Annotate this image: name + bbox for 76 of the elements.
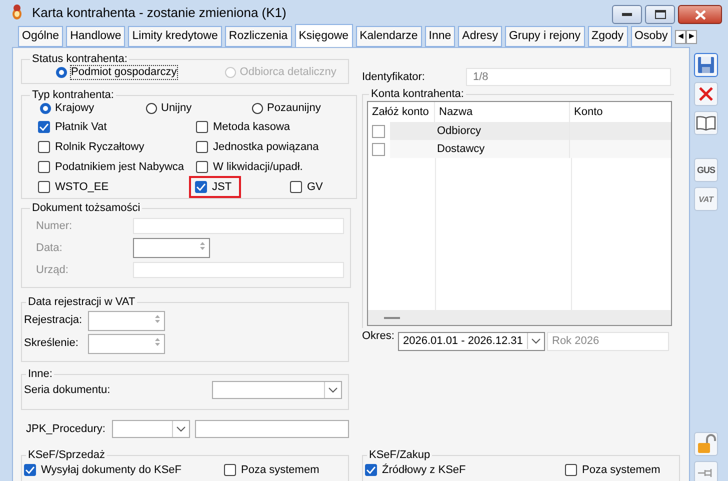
pin-icon[interactable]: [694, 461, 718, 481]
vat-icon[interactable]: VAT: [694, 187, 718, 211]
table-cell: Dostawcy: [435, 140, 570, 158]
field-label: Skreślenie:: [24, 337, 80, 350]
close-icon[interactable]: [694, 82, 718, 106]
check-icon: [196, 183, 206, 191]
checkbox-option[interactable]: GV: [290, 179, 350, 195]
tab[interactable]: Kalendarze: [356, 26, 422, 47]
period-field[interactable]: Rok 2026: [547, 332, 669, 350]
gus-icon[interactable]: GUS: [694, 158, 718, 182]
tab[interactable]: Zgody: [588, 26, 628, 47]
checkbox-option[interactable]: Rolnik Ryczałtowy: [38, 139, 196, 155]
tab[interactable]: Księgowe: [294, 24, 353, 48]
checkbox[interactable]: [372, 142, 385, 156]
radio-option[interactable]: Unijny: [146, 102, 252, 115]
dropdown-field[interactable]: [212, 381, 342, 399]
group-label: Konta kontrahenta:: [370, 88, 465, 101]
checkbox-option[interactable]: Jednostka powiązana: [196, 139, 350, 155]
field-label: Numer:: [36, 220, 74, 232]
tab[interactable]: Grupy i rejony: [504, 26, 585, 47]
field-label: Seria dokumentu:: [24, 384, 112, 396]
group-label: Inne:: [27, 368, 54, 381]
checkbox-option[interactable]: Podatnikiem jest Nabywca: [38, 159, 196, 175]
tab[interactable]: Osoby: [630, 26, 672, 47]
date-field[interactable]: [133, 238, 210, 258]
check-icon: [25, 466, 35, 474]
identifier-field[interactable]: 1/8: [466, 68, 671, 86]
maximize-button[interactable]: [645, 5, 675, 24]
date-field[interactable]: [88, 310, 165, 330]
group-label: KSeF/Sprzedaż: [27, 449, 106, 462]
checkbox-option[interactable]: Poza systemem: [224, 462, 342, 478]
field-label: Data:: [36, 242, 64, 254]
padlock-icon[interactable]: [694, 432, 718, 456]
app-icon: [12, 4, 22, 20]
tab[interactable]: Limity kredytowe: [128, 26, 222, 47]
group-label: Data rejestracji w VAT: [27, 296, 136, 309]
field-label: JPK_Procedury:: [26, 422, 106, 436]
tab[interactable]: Handlowe: [66, 26, 126, 47]
book-icon[interactable]: [694, 111, 718, 135]
checkbox-option[interactable]: Metoda kasowa: [196, 119, 350, 135]
tab[interactable]: Rozliczenia: [224, 26, 292, 47]
table-cell: Odbiorcy: [435, 122, 570, 140]
save-icon[interactable]: [694, 53, 718, 77]
radio-option[interactable]: Pozaunijny: [252, 102, 350, 115]
tab[interactable]: Adresy: [458, 26, 502, 47]
window-title: Karta kontrahenta - zostanie zmieniona (K1): [32, 6, 288, 18]
minimize-icon: [622, 12, 632, 16]
maximize-icon: [654, 10, 666, 19]
checkbox-option[interactable]: Poza systemem: [565, 462, 673, 478]
dropdown-field[interactable]: [112, 420, 190, 438]
checkbox-option[interactable]: Źródłowy z KSeF: [365, 462, 565, 478]
group-label: Status kontrahenta:: [31, 53, 128, 66]
field-label: Okres:: [362, 330, 396, 343]
checkbox-option[interactable]: Wysyłaj dokumenty do KSeF: [24, 462, 224, 478]
check-icon: [39, 123, 49, 131]
period-dropdown[interactable]: 2026.01.01 - 2026.12.31: [398, 332, 545, 350]
group-label: Typ kontrahenta:: [31, 89, 115, 102]
close-button[interactable]: [678, 5, 722, 24]
field-label: Urząd:: [36, 264, 70, 276]
group-label: KSeF/Zakup: [368, 449, 432, 462]
close-icon: [694, 10, 706, 20]
field-label: Rejestracja:: [24, 314, 84, 327]
date-field[interactable]: [88, 334, 165, 354]
tab[interactable]: Inne: [424, 26, 456, 47]
minimize-button[interactable]: [612, 5, 642, 24]
radio-option[interactable]: Krajowy: [40, 102, 146, 115]
field-label: Identyfikator:: [362, 70, 426, 84]
radio-option[interactable]: Podmiot gospodarczy: [56, 66, 177, 79]
checkbox[interactable]: [372, 124, 385, 138]
column-header[interactable]: Konto: [570, 102, 671, 122]
text-field[interactable]: [195, 420, 349, 438]
group-label: Dokument tożsamości: [31, 202, 142, 215]
checkbox-option[interactable]: W likwidacji/upadł.: [196, 159, 350, 175]
tab[interactable]: Ogólne: [18, 26, 64, 47]
checkbox-option[interactable]: Płatnik Vat: [38, 119, 196, 135]
check-icon: [366, 466, 376, 474]
